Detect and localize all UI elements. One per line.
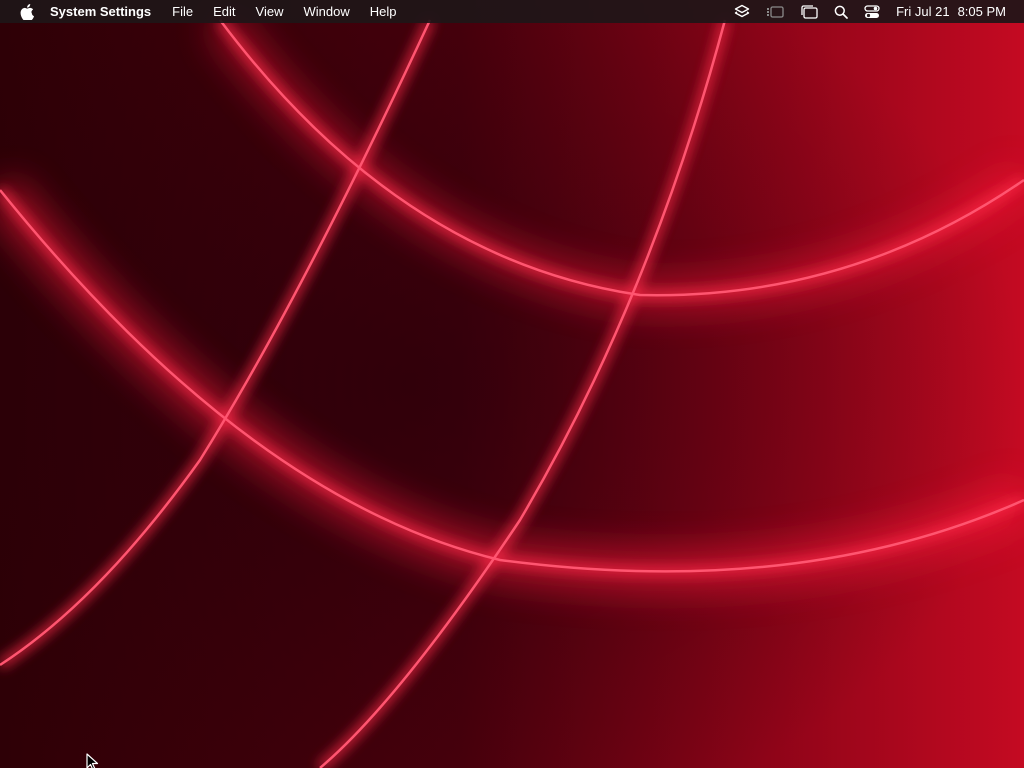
menu-file[interactable]: File	[162, 0, 203, 23]
apple-logo-icon[interactable]	[19, 3, 35, 20]
clock-date: Fri Jul 21	[896, 4, 950, 19]
shortcuts-icon[interactable]	[734, 0, 750, 23]
control-center-icon[interactable]	[864, 0, 880, 23]
search-icon[interactable]	[834, 0, 848, 23]
window-switcher-icon[interactable]	[800, 0, 818, 23]
menu-bar-left: System Settings File Edit View Window He…	[0, 0, 406, 23]
menu-bar: System Settings File Edit View Window He…	[0, 0, 1024, 23]
menu-window[interactable]: Window	[293, 0, 359, 23]
clock-time: 8:05 PM	[957, 4, 1006, 19]
menu-view[interactable]: View	[246, 0, 294, 23]
desktop: System Settings File Edit View Window He…	[0, 0, 1024, 768]
menu-edit[interactable]: Edit	[203, 0, 245, 23]
arrow-cursor-icon	[86, 753, 99, 768]
stage-manager-icon[interactable]	[766, 0, 784, 23]
menu-help[interactable]: Help	[360, 0, 407, 23]
red-curves-wallpaper	[0, 0, 1024, 768]
app-menu-system-settings[interactable]: System Settings	[50, 0, 162, 23]
menu-bar-clock[interactable]: Fri Jul 21 8:05 PM	[896, 4, 1006, 19]
menu-bar-extras: Fri Jul 21 8:05 PM	[726, 0, 1024, 23]
